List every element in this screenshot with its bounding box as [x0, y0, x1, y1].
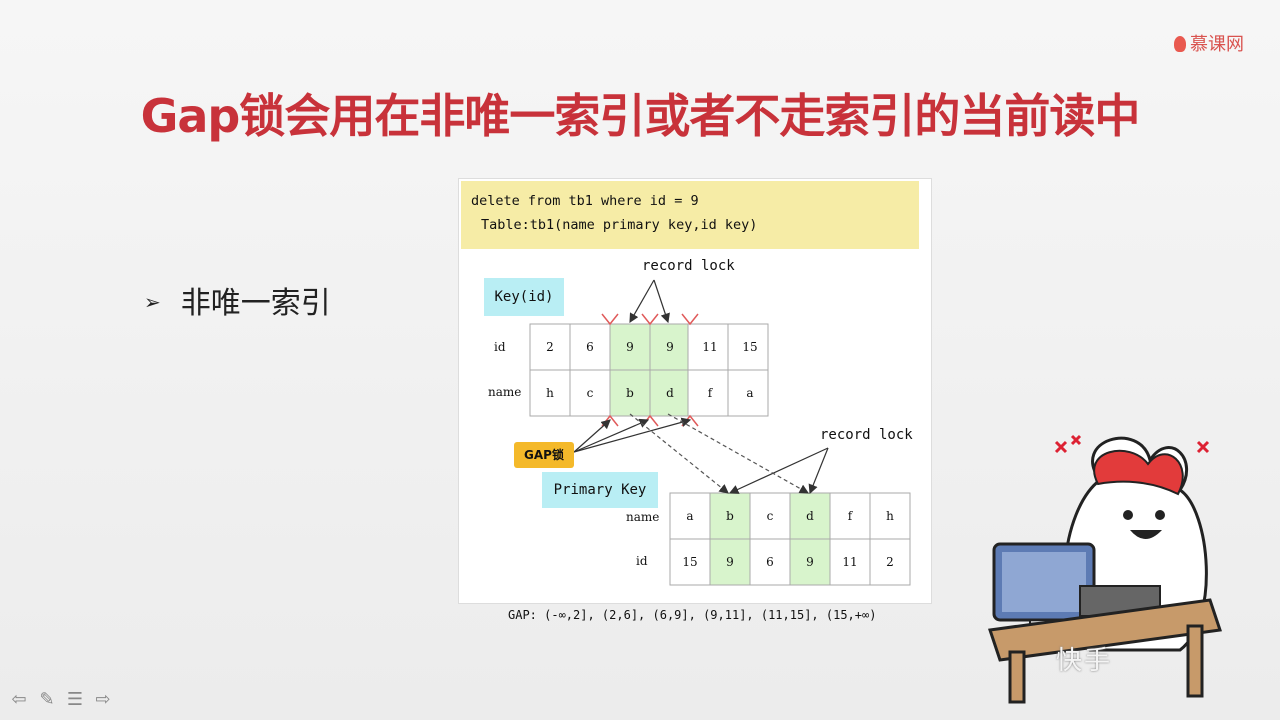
- pk-table-value: f: [847, 509, 853, 523]
- pk-table-value: b: [726, 509, 734, 523]
- pen-icon[interactable]: ✎: [36, 690, 58, 710]
- pk-table-value: 2: [886, 555, 894, 569]
- key-table-value: d: [666, 386, 674, 400]
- key-id-label: Key(id): [484, 278, 564, 316]
- key-table-value: 11: [702, 340, 718, 354]
- key-table-value: 2: [546, 340, 554, 354]
- key-table-value: h: [546, 386, 554, 400]
- key-table-value: 9: [626, 340, 634, 354]
- slide: 慕课网 Gap锁会用在非唯一索引或者不走索引的当前读中 ➢ 非唯一索引 delet…: [0, 0, 1280, 720]
- menu-icon[interactable]: ☰: [64, 690, 86, 710]
- key-row-label-name: name: [488, 385, 522, 399]
- slide-nav: ⇦ ✎ ☰ ⇨: [8, 690, 114, 710]
- key-table-value: c: [586, 386, 594, 400]
- mapping-line: [667, 413, 810, 494]
- gap-marker: [681, 313, 699, 326]
- pk-table-value: d: [806, 509, 814, 523]
- key-table-value: a: [746, 386, 754, 400]
- gap-intervals: GAP: (-∞,2], (2,6], (6,9], (9,11], (11,1…: [508, 608, 877, 622]
- key-table-value: b: [626, 386, 634, 400]
- arrow-right-icon[interactable]: ⇨: [92, 690, 114, 710]
- pk-table-value: 9: [806, 555, 814, 569]
- pk-table-value: 15: [682, 555, 698, 569]
- key-table-value: f: [707, 386, 713, 400]
- pk-table-value: h: [886, 509, 894, 523]
- pk-table-value: 6: [766, 555, 774, 569]
- pk-table-value: 11: [842, 555, 858, 569]
- key-row-label-id: id: [494, 340, 506, 354]
- watermark: 快手: [1056, 640, 1112, 677]
- pk-table-value: 9: [726, 555, 734, 569]
- mascot-illustration: [988, 434, 1222, 704]
- record-lock-label-top: record lock: [642, 258, 735, 274]
- pk-row-label-name: name: [626, 510, 660, 524]
- gap-lock-label: GAP锁: [514, 442, 574, 468]
- primary-key-label: Primary Key: [542, 472, 658, 508]
- pk-table-value: c: [766, 509, 774, 523]
- watermark-text: 快手: [1056, 645, 1113, 675]
- gap-marker: [601, 313, 619, 326]
- arrow-left-icon[interactable]: ⇦: [8, 690, 30, 710]
- pk-table-value: a: [686, 509, 694, 523]
- record-lock-arrow: [629, 279, 655, 324]
- key-table-value: 6: [586, 340, 594, 354]
- key-table-value: 15: [742, 340, 758, 354]
- gap-lock-arrow: [573, 418, 650, 453]
- gap-marker: [641, 313, 659, 326]
- record-lock-label-right: record lock: [820, 427, 913, 443]
- pk-row-label-id: id: [636, 554, 648, 568]
- key-table-value: 9: [666, 340, 674, 354]
